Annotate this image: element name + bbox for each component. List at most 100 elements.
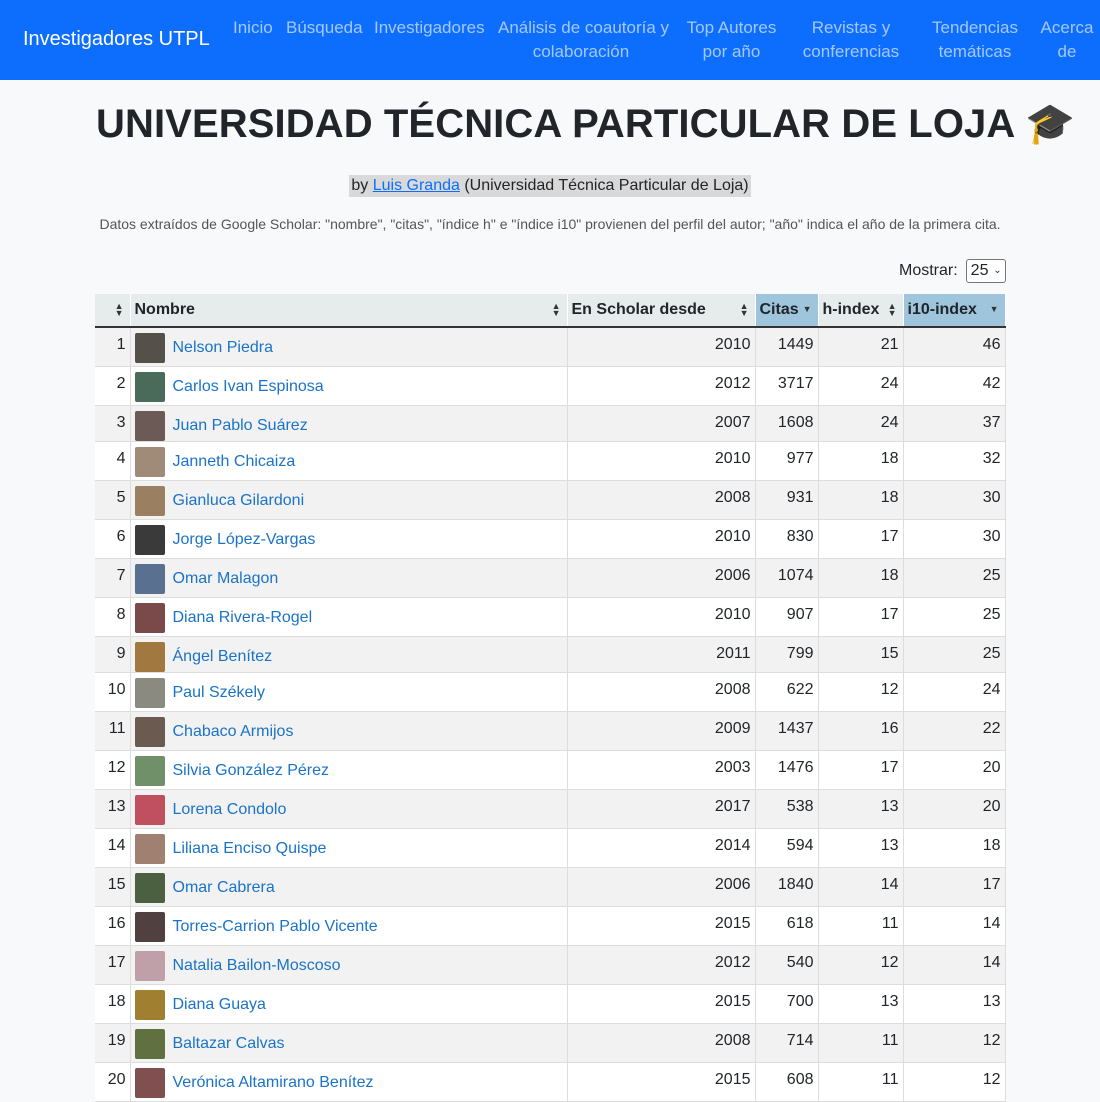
cell-i10-index: 20 [903, 750, 1006, 790]
cell-i10-index: 18 [903, 828, 1006, 868]
cell-i10-index: 14 [903, 945, 1006, 985]
cell-i10-index: 14 [903, 906, 1006, 946]
cell-citas: 907 [755, 597, 819, 637]
col-header-i10-index[interactable]: i10-index ▼ [903, 294, 1006, 328]
researcher-link[interactable]: Chabaco Armijos [173, 717, 294, 741]
nav-item-inicio[interactable]: Inicio [233, 16, 273, 40]
researcher-link[interactable]: Silvia González Pérez [173, 756, 330, 780]
cell-since: 2010 [567, 441, 756, 481]
researcher-link[interactable]: Liliana Enciso Quispe [173, 834, 327, 858]
cell-since: 2003 [567, 750, 756, 790]
cell-since: 2008 [567, 1023, 756, 1063]
cell-since: 2008 [567, 672, 756, 712]
cell-since: 2015 [567, 906, 756, 946]
cell-since: 2009 [567, 711, 756, 751]
table-row: 15 Omar Cabrera 2006 1840 14 17 [95, 867, 1006, 907]
cell-since: 2006 [567, 558, 756, 598]
researcher-link[interactable]: Nelson Piedra [173, 333, 274, 357]
nav-item-coautoria[interactable]: Análisis de coautoría y colaboración [498, 16, 669, 64]
avatar [134, 716, 165, 747]
cell-h-index: 21 [818, 327, 904, 367]
researcher-link[interactable]: Verónica Altamirano Benítez [173, 1068, 374, 1092]
cell-i10-index: 17 [903, 867, 1006, 907]
cell-name: Janneth Chicaiza [130, 441, 568, 481]
cell-since: 2015 [567, 984, 756, 1024]
cell-i10-index: 12 [903, 1023, 1006, 1063]
col-header-h-index[interactable]: h-index ▲ ▼ [818, 294, 904, 328]
nav-item-revistas[interactable]: Revistas y conferencias [802, 16, 900, 64]
author-link[interactable]: Luis Granda [373, 177, 460, 194]
cell-name: Natalia Bailon-Moscoso [130, 945, 568, 985]
researcher-link[interactable]: Torres-Carrion Pablo Vicente [173, 912, 378, 936]
byline: by Luis Granda (Universidad Técnica Part… [0, 175, 1100, 197]
cell-h-index: 18 [818, 480, 904, 520]
researcher-link[interactable]: Janneth Chicaiza [173, 447, 296, 471]
cell-h-index: 12 [818, 672, 904, 712]
sort-desc-icon: ▼ [802, 304, 812, 314]
cell-i10-index: 42 [903, 366, 1006, 406]
cell-name: Omar Malagon [130, 558, 568, 598]
page-length-select[interactable]: 25 ⌄ [965, 259, 1006, 283]
cell-name: Silvia González Pérez [130, 750, 568, 790]
nav-item-tendencias[interactable]: Tendencias temáticas [930, 16, 1020, 64]
cell-citas: 1437 [755, 711, 819, 751]
cell-h-index: 11 [818, 906, 904, 946]
table-row: 10 Paul Székely 2008 622 12 24 [95, 672, 1006, 712]
col-header-nombre[interactable]: Nombre ▲ ▼ [130, 294, 568, 328]
researcher-link[interactable]: Ángel Benítez [173, 642, 273, 666]
cell-i10-index: 30 [903, 480, 1006, 520]
avatar [134, 446, 165, 477]
cell-index: 20 [95, 1062, 131, 1102]
researcher-link[interactable]: Gianluca Gilardoni [173, 486, 305, 510]
sort-both-icon: ▲ ▼ [551, 301, 561, 318]
researcher-link[interactable]: Jorge López-Vargas [173, 525, 316, 549]
byline-prefix: by [351, 177, 369, 194]
nav-item-busqueda[interactable]: Búsqueda [286, 16, 363, 40]
cell-index: 6 [95, 519, 131, 559]
table-row: 4 Janneth Chicaiza 2010 977 18 32 [95, 441, 1006, 481]
researcher-link[interactable]: Paul Székely [173, 678, 266, 702]
researcher-link[interactable]: Natalia Bailon-Moscoso [173, 951, 341, 975]
avatar [134, 524, 165, 555]
avatar [134, 677, 165, 708]
nav-item-revistas-line1: Revistas y [811, 18, 891, 37]
cell-index: 17 [95, 945, 131, 985]
cell-since: 2010 [567, 327, 756, 367]
avatar [134, 410, 165, 441]
table-row: 8 Diana Rivera-Rogel 2010 907 17 25 [95, 597, 1006, 637]
avatar [134, 1028, 165, 1059]
nav-item-acerca[interactable]: Acerca de [1040, 16, 1094, 64]
researcher-link[interactable]: Diana Rivera-Rogel [173, 603, 313, 627]
nav-item-acerca-line1: Acerca [1040, 18, 1094, 37]
avatar [134, 641, 165, 672]
brand-link[interactable]: Investigadores UTPL [23, 28, 210, 51]
cell-i10-index: 20 [903, 789, 1006, 829]
cell-citas: 618 [755, 906, 819, 946]
nav-item-top-autores[interactable]: Top Autores por año [684, 16, 779, 64]
table-row: 7 Omar Malagon 2006 1074 18 25 [95, 558, 1006, 598]
nav-item-revistas-line2: conferencias [802, 42, 900, 61]
cell-i10-index: 32 [903, 441, 1006, 481]
nav-item-investigadores[interactable]: Investigadores [374, 16, 485, 40]
sort-both-icon: ▲ ▼ [739, 301, 749, 318]
col-header-since[interactable]: En Scholar desde ▲ ▼ [567, 294, 756, 328]
cell-index: 15 [95, 867, 131, 907]
researcher-link[interactable]: Diana Guaya [173, 990, 266, 1014]
researcher-link[interactable]: Juan Pablo Suárez [173, 411, 308, 435]
cell-h-index: 18 [818, 558, 904, 598]
researcher-link[interactable]: Omar Cabrera [173, 873, 275, 897]
cell-h-index: 24 [818, 405, 904, 442]
researcher-link[interactable]: Carlos Ivan Espinosa [173, 372, 324, 396]
cell-h-index: 14 [818, 867, 904, 907]
cell-i10-index: 37 [903, 405, 1006, 442]
cell-i10-index: 46 [903, 327, 1006, 367]
show-label: Mostrar: [899, 262, 958, 279]
avatar [134, 755, 165, 786]
col-header-citas[interactable]: Citas ▼ [755, 294, 819, 328]
researcher-link[interactable]: Baltazar Calvas [173, 1029, 285, 1053]
table-row: 16 Torres-Carrion Pablo Vicente 2015 618 11 1… [95, 906, 1006, 946]
researcher-link[interactable]: Omar Malagon [173, 564, 279, 588]
col-header-index[interactable]: ▲ ▼ [95, 294, 131, 328]
researcher-link[interactable]: Lorena Condolo [173, 795, 287, 819]
navbar: Investigadores UTPL Inicio Búsqueda Inve… [0, 0, 1100, 80]
